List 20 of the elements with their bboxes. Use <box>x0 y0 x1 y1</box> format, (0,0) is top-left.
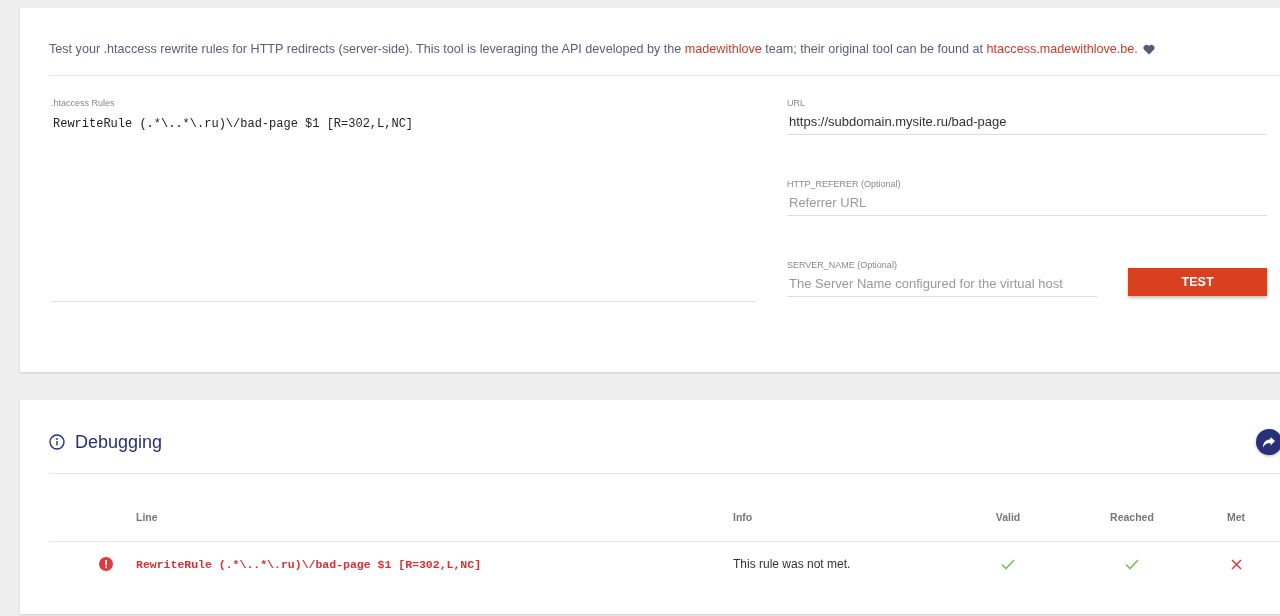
column-header: Info <box>733 510 754 523</box>
column-header: Valid <box>995 510 1021 523</box>
field-label: .htaccess Rules <box>51 98 116 108</box>
share-button[interactable] <box>1256 429 1280 455</box>
column-header: Reached <box>1110 510 1154 523</box>
field-label: SERVER_NAME (Optional) <box>787 260 898 270</box>
test-button[interactable]: TEST <box>1128 267 1267 296</box>
column-header: Line <box>136 510 159 523</box>
intro-text: Test your .htaccess rewrite rules for HTTP redirects (server-side). This tool is leveraging the API developed by the madewithlove team; their original tool can be found at htaccess.madewithlove.be. <box>49 42 1138 56</box>
heart-icon <box>1142 43 1155 55</box>
column-header: Met <box>1226 510 1246 523</box>
section-title: Debugging <box>75 431 163 453</box>
share-icon <box>1262 436 1276 448</box>
table-cell-text: This rule was not met. <box>733 557 852 571</box>
info-icon <box>49 434 65 450</box>
link[interactable]: madewithlove <box>684 42 762 56</box>
field-label: HTTP_REFERER (Optional) <box>787 179 902 189</box>
rules-field[interactable]: RewriteRule (.*\..*\.ru)\/bad-page $1 [R=302,L,NC] <box>51 108 756 302</box>
table-cell-text: RewriteRule (.*\..*\.ru)\/bad-page $1 [R=302,L,NC] <box>136 557 483 571</box>
field-label: URL <box>787 98 806 108</box>
